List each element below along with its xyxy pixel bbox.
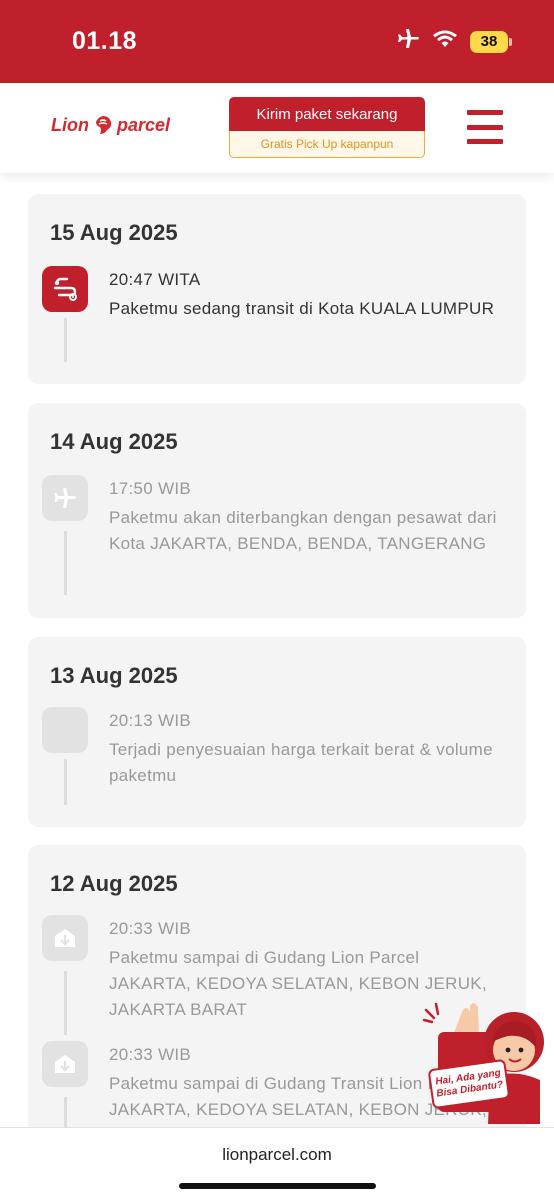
status-time: 01.18 (72, 27, 138, 55)
timeline-connector (64, 971, 67, 1035)
event-time: 20:13 WIB (109, 711, 192, 730)
event-time: 20:33 WIB (109, 919, 192, 938)
timeline-connector (64, 531, 67, 595)
timeline-event: 17:50 WIB Paketmu akan diterbangkan deng… (42, 475, 512, 605)
event-description: Paketmu akan diterbangkan dengan pesawat… (109, 508, 497, 553)
airplane-mode-icon (396, 28, 420, 55)
browser-address-bar[interactable]: lionparcel.com (0, 1127, 554, 1200)
timeline-card: 13 Aug 2025 20:13 WIB Terjadi penyesuaia… (28, 637, 526, 827)
timeline-event: 20:47 WITA Paketmu sedang transit di Kot… (42, 266, 512, 366)
blank-icon (42, 707, 88, 753)
site-header: Lion parcel Kirim paket sekarang Gratis … (0, 83, 554, 173)
transit-icon (42, 266, 88, 312)
logo-text-parcel: parcel (117, 114, 171, 135)
wifi-icon (432, 29, 458, 54)
timeline-card: 14 Aug 2025 17:50 WIB Paketmu akan diter… (28, 403, 526, 618)
event-time: 20:47 WITA (109, 270, 201, 289)
timeline-date: 12 Aug 2025 (50, 871, 178, 896)
status-icons: 38 (396, 28, 512, 55)
logo-text-lion: Lion (51, 114, 89, 135)
timeline-connector (64, 759, 67, 805)
send-package-button[interactable]: Kirim paket sekarang (229, 97, 425, 131)
timeline-card: 15 Aug 2025 20:47 WITA Paketmu sedang tr… (28, 194, 526, 384)
warehouse-icon (42, 915, 88, 961)
event-description: Terjadi penyesuaian harga terkait berat … (109, 740, 493, 785)
event-description: Paketmu sedang transit di Kota KUALA LUM… (109, 299, 495, 318)
timeline-connector (64, 318, 67, 362)
timeline-date: 15 Aug 2025 (50, 220, 178, 245)
page: 01.18 38 Lion parcel Kirim paket sekaran… (0, 0, 554, 1200)
lion-parcel-logo[interactable]: Lion parcel (51, 113, 170, 137)
airplane-icon (42, 475, 88, 521)
timeline-date: 13 Aug 2025 (50, 663, 178, 688)
help-chat-widget[interactable]: Hai, Ada yang Bisa Dibantu? (422, 998, 546, 1124)
warehouse-icon (42, 1041, 88, 1087)
hamburger-menu-icon[interactable] (467, 110, 503, 144)
lion-logo-icon (96, 116, 112, 134)
event-time: 20:33 WIB (109, 1045, 192, 1064)
address-url[interactable]: lionparcel.com (0, 1145, 554, 1165)
free-pickup-note[interactable]: Gratis Pick Up kapanpun (229, 131, 425, 158)
home-indicator[interactable] (179, 1183, 376, 1189)
battery-indicator: 38 (470, 30, 512, 53)
status-bar: 01.18 38 (0, 0, 554, 83)
event-time: 17:50 WIB (109, 479, 192, 498)
timeline-event: 20:13 WIB Terjadi penyesuaian harga terk… (42, 707, 512, 807)
timeline-date: 14 Aug 2025 (50, 429, 178, 454)
